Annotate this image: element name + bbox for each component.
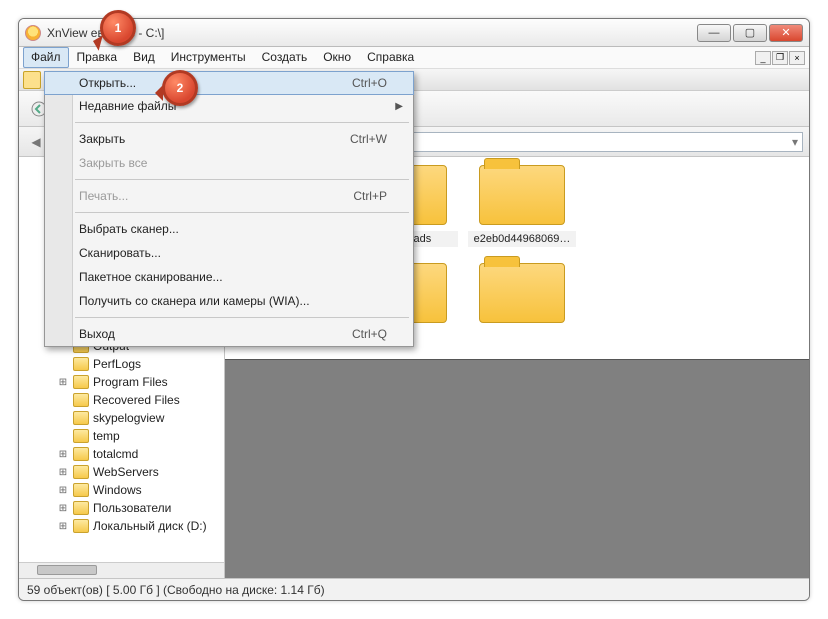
folder-icon (73, 519, 89, 533)
folder-icon (73, 465, 89, 479)
menu-recent-label: Недавние файлы (79, 99, 176, 113)
tree-item-label: PerfLogs (93, 357, 141, 371)
tree-item[interactable]: ⊞ Windows (19, 481, 224, 499)
menubar: Файл Правка Вид Инструменты Создать Окно… (19, 47, 809, 69)
menu-help[interactable]: Справка (359, 47, 422, 68)
menu-print-label: Печать... (79, 189, 128, 203)
menu-separator (75, 179, 409, 180)
menu-separator (75, 122, 409, 123)
app-icon (25, 25, 41, 41)
tree-item-label: Recovered Files (93, 393, 180, 407)
maximize-button[interactable]: ▢ (733, 24, 767, 42)
expand-icon[interactable]: ⊞ (57, 485, 69, 496)
folder-thumbnail[interactable]: e2eb0d44968069… (465, 163, 579, 259)
address-dropdown-icon[interactable]: ▾ (792, 135, 798, 149)
expand-icon[interactable]: ⊞ (57, 449, 69, 460)
menu-create[interactable]: Создать (254, 47, 316, 68)
menu-select-scanner[interactable]: Выбрать сканер... (45, 217, 413, 241)
menu-exit[interactable]: Выход Ctrl+Q (45, 322, 413, 346)
titlebar: XnView еватель - C:\] ― ▢ ✕ (19, 19, 809, 47)
tree-item[interactable]: ⊞ WebServers (19, 463, 224, 481)
tree-item[interactable]: skypelogview (19, 409, 224, 427)
folder-icon (73, 411, 89, 425)
menu-close-all-label: Закрыть все (79, 156, 147, 170)
callout-1: 1 (100, 10, 136, 46)
tree-item-label: Windows (93, 483, 142, 497)
status-text: 59 объект(ов) [ 5.00 Гб ] (Свободно на д… (27, 583, 325, 597)
menu-close-label: Закрыть (79, 132, 125, 146)
expand-icon[interactable]: ⊞ (57, 521, 69, 532)
menu-close[interactable]: Закрыть Ctrl+W (45, 127, 413, 151)
tree-item-label: WebServers (93, 465, 159, 479)
close-button[interactable]: ✕ (769, 24, 803, 42)
menu-exit-label: Выход (79, 327, 115, 341)
file-menu-dropdown: Открыть... Ctrl+O Недавние файлы ▶ Закры… (44, 71, 414, 347)
menu-batch-scan[interactable]: Пакетное сканирование... (45, 265, 413, 289)
statusbar: 59 объект(ов) [ 5.00 Гб ] (Свободно на д… (19, 578, 809, 600)
menu-scan[interactable]: Сканировать... (45, 241, 413, 265)
menu-scan-label: Сканировать... (79, 246, 161, 260)
tree-item[interactable]: ⊞ Пользователи (19, 499, 224, 517)
expand-icon[interactable]: ⊞ (57, 377, 69, 388)
tree-item[interactable]: PerfLogs (19, 355, 224, 373)
folder-large-icon (479, 165, 565, 225)
menu-wia[interactable]: Получить со сканера или камеры (WIA)... (45, 289, 413, 313)
window-title: XnView еватель - C:\] (47, 26, 697, 40)
thumbnail-label: e2eb0d44968069… (468, 231, 576, 247)
mdi-close[interactable]: × (789, 51, 805, 65)
menu-open[interactable]: Открыть... Ctrl+O (44, 71, 414, 95)
preview-empty-area (225, 360, 809, 578)
menu-close-shortcut: Ctrl+W (350, 132, 387, 146)
folder-icon (73, 429, 89, 443)
expand-icon[interactable]: ⊞ (57, 467, 69, 478)
mdi-restore[interactable]: ❐ (772, 51, 788, 65)
folder-thumbnail[interactable] (465, 261, 579, 357)
tree-item[interactable]: ⊞ Локальный диск (D:) (19, 517, 224, 535)
folder-icon (73, 357, 89, 371)
menu-recent[interactable]: Недавние файлы ▶ (45, 94, 413, 118)
submenu-arrow-icon: ▶ (395, 101, 403, 112)
folder-icon (73, 393, 89, 407)
folder-icon (73, 501, 89, 515)
tree-item[interactable]: temp (19, 427, 224, 445)
menu-file[interactable]: Файл (23, 47, 69, 68)
window-controls: ― ▢ ✕ (697, 24, 803, 42)
menu-exit-shortcut: Ctrl+Q (352, 327, 387, 341)
callout-2: 2 (162, 70, 198, 106)
folder-icon (73, 375, 89, 389)
folder-icon (73, 447, 89, 461)
menu-separator (75, 317, 409, 318)
folder-icon (73, 483, 89, 497)
tree-item-label: Локальный диск (D:) (93, 519, 207, 533)
tree-item-label: totalcmd (93, 447, 138, 461)
menu-open-label: Открыть... (79, 76, 136, 90)
tree-item-label: skypelogview (93, 411, 164, 425)
menu-wia-label: Получить со сканера или камеры (WIA)... (79, 294, 310, 308)
minimize-button[interactable]: ― (697, 24, 731, 42)
tree-item-label: Program Files (93, 375, 168, 389)
menu-tools[interactable]: Инструменты (163, 47, 254, 68)
menu-view[interactable]: Вид (125, 47, 163, 68)
menu-print-shortcut: Ctrl+P (353, 189, 387, 203)
menu-batch-scan-label: Пакетное сканирование... (79, 270, 223, 284)
menu-select-scanner-label: Выбрать сканер... (79, 222, 179, 236)
tree-item-label: temp (93, 429, 120, 443)
mdi-minimize[interactable]: _ (755, 51, 771, 65)
menu-open-shortcut: Ctrl+O (352, 76, 387, 90)
browser-tab-icon[interactable] (23, 71, 41, 89)
expand-icon[interactable]: ⊞ (57, 503, 69, 514)
tree-item-label: Пользователи (93, 501, 171, 515)
mdi-controls: _ ❐ × (755, 47, 805, 68)
tree-item[interactable]: ⊞ totalcmd (19, 445, 224, 463)
tree-item[interactable]: Recovered Files (19, 391, 224, 409)
menu-separator (75, 212, 409, 213)
menu-print: Печать... Ctrl+P (45, 184, 413, 208)
folder-large-icon (479, 263, 565, 323)
menu-close-all: Закрыть все (45, 151, 413, 175)
menu-window[interactable]: Окно (315, 47, 359, 68)
tree-item[interactable]: ⊞ Program Files (19, 373, 224, 391)
tree-scrollbar[interactable] (19, 562, 224, 578)
